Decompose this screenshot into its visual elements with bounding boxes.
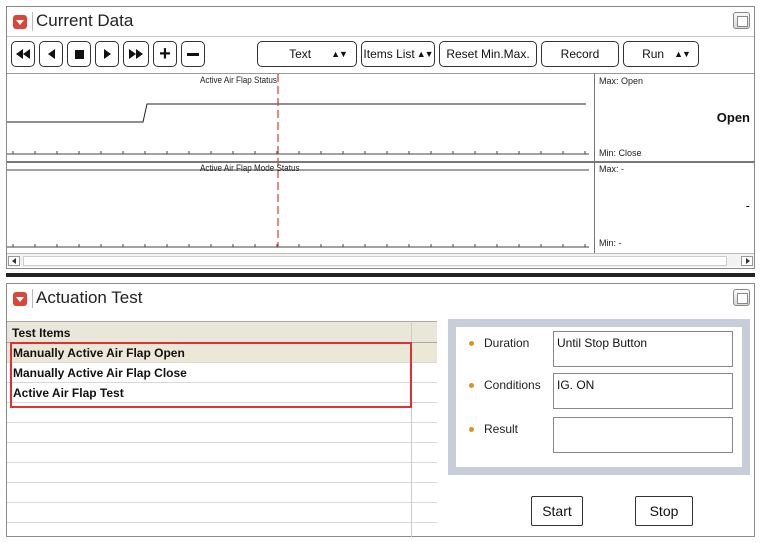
duration-field: Until Stop Button <box>553 331 733 367</box>
fast-forward-button[interactable] <box>123 41 149 67</box>
step-back-icon <box>47 49 55 59</box>
empty-row <box>7 503 437 523</box>
graph-svg <box>7 74 589 248</box>
min-value-1: Min: Close <box>599 148 642 158</box>
current-data-header: Current Data <box>7 7 754 36</box>
header-separator <box>32 289 33 308</box>
collapse-icon[interactable] <box>13 15 27 29</box>
rewind-icon <box>16 49 23 59</box>
actuation-test-panel: Actuation Test Test Items Manually Activ… <box>6 283 755 537</box>
bullet-icon <box>469 341 474 346</box>
collapse-icon[interactable] <box>13 292 27 306</box>
min-value-2: Min: - <box>599 238 622 248</box>
record-label: Record <box>560 47 600 61</box>
conditions-label: Conditions <box>484 378 541 392</box>
scroll-left-arrow[interactable] <box>8 256 20 266</box>
play-button[interactable] <box>95 41 119 67</box>
signal-line-1 <box>7 103 586 123</box>
result-label: Result <box>484 422 519 436</box>
grid-header: Test Items <box>7 321 437 343</box>
rewind-button[interactable] <box>11 41 35 67</box>
current-value-2: - <box>745 198 750 213</box>
maximize-icon[interactable] <box>733 12 750 29</box>
current-value-1: Open <box>716 110 750 125</box>
stop-icon <box>74 49 84 59</box>
empty-row <box>7 463 437 483</box>
max-value-1: Max: Open <box>599 76 644 86</box>
grid-header-label: Test Items <box>12 326 71 340</box>
run-select[interactable]: Run ▲▼ <box>623 41 699 67</box>
panel-title: Current Data <box>36 11 134 30</box>
current-data-panel: Current Data + Text ▲▼ Items List ▲▼ Res… <box>6 6 755 269</box>
run-select-value: Run <box>642 47 665 61</box>
reset-label: Reset Min.Max. <box>446 47 530 61</box>
updown-icon: ▲▼ <box>331 49 348 59</box>
track-divider <box>7 161 594 163</box>
stop-play-button[interactable] <box>67 41 91 67</box>
items-list-button[interactable]: Items List ▲▼ <box>361 41 435 67</box>
result-field <box>553 417 733 453</box>
step-back-button[interactable] <box>39 41 63 67</box>
zoom-out-button[interactable] <box>181 41 205 67</box>
graph-area: Active Air Flap Status Active Air Flap M… <box>7 73 594 253</box>
updown-icon: ▲▼ <box>416 49 434 59</box>
actuation-test-header: Actuation Test <box>7 284 754 313</box>
text-select-value: Text <box>289 47 312 61</box>
zoom-in-button[interactable]: + <box>153 41 177 67</box>
text-select[interactable]: Text ▲▼ <box>257 41 357 67</box>
scroll-track[interactable] <box>23 256 727 266</box>
items-list-label: Items List <box>363 47 415 61</box>
result-row: Result <box>456 417 742 457</box>
updown-icon: ▲▼ <box>674 49 691 59</box>
duration-label: Duration <box>484 336 530 350</box>
header-separator <box>32 12 33 31</box>
track-divider-right <box>595 161 755 163</box>
empty-row <box>7 443 437 463</box>
scroll-right-arrow[interactable] <box>741 256 753 266</box>
horizontal-scrollbar[interactable] <box>7 253 754 267</box>
record-button[interactable]: Record <box>541 41 619 67</box>
panel-title: Actuation Test <box>36 288 143 307</box>
empty-row <box>7 423 437 443</box>
duration-row: Duration Until Stop Button <box>456 331 742 371</box>
conditions-row: Conditions IG. ON <box>456 373 742 413</box>
plus-icon: + <box>159 43 171 65</box>
graph-title-1: Active Air Flap Status <box>200 75 277 85</box>
start-button[interactable]: Start <box>531 496 583 526</box>
bullet-icon <box>469 383 474 388</box>
maximize-icon[interactable] <box>733 289 750 306</box>
max-value-2: Max: - <box>599 164 625 174</box>
graph-title-2: Active Air Flap Mode Status <box>200 163 300 173</box>
reset-min-max-button[interactable]: Reset Min.Max. <box>439 41 537 67</box>
conditions-field: IG. ON <box>553 373 733 409</box>
minus-icon <box>187 52 199 56</box>
bullet-icon <box>469 427 474 432</box>
stop-button[interactable]: Stop <box>635 496 693 526</box>
test-info-box: Duration Until Stop Button Conditions IG… <box>448 319 750 475</box>
empty-row <box>7 483 437 503</box>
value-column: Max: Open Min: Close Open Max: - Min: - … <box>594 73 755 253</box>
selection-highlight-box <box>10 342 412 408</box>
panel-divider <box>6 273 755 277</box>
fast-forward-icon <box>129 49 136 59</box>
play-icon <box>103 49 111 59</box>
header-rule <box>7 36 754 37</box>
